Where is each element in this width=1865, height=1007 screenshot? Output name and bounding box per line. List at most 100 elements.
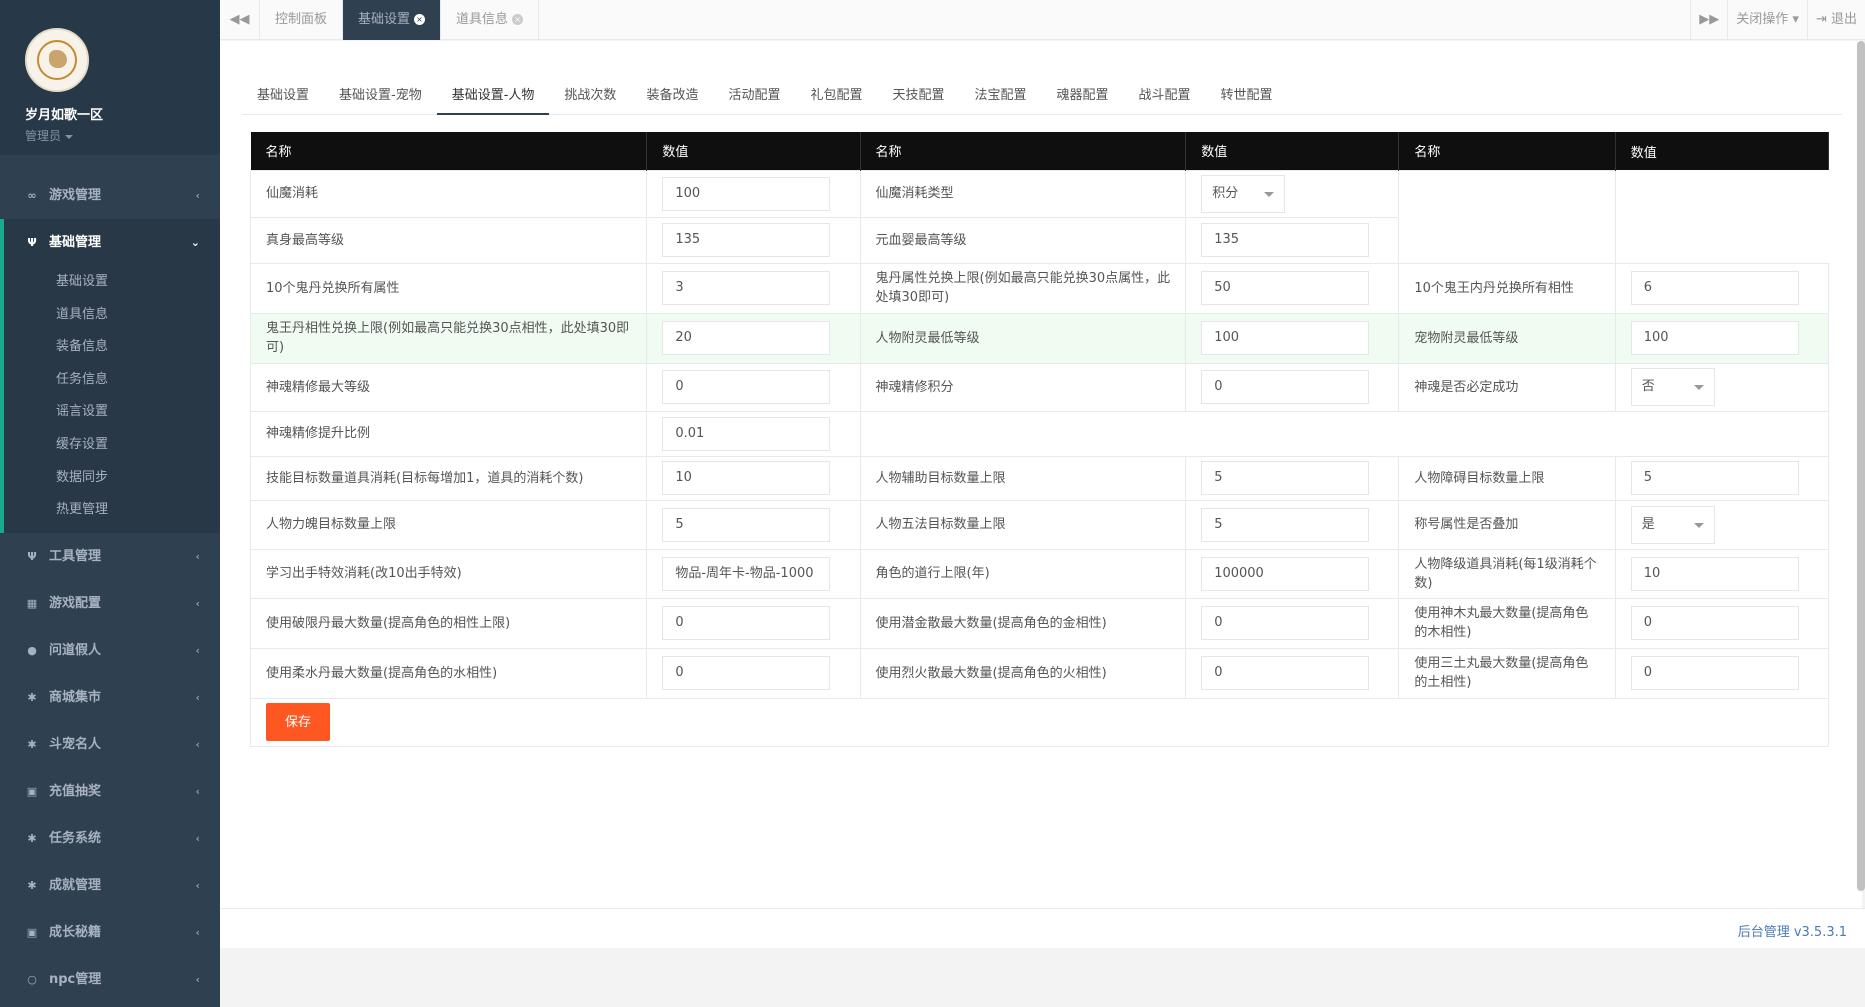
- logout-button[interactable]: ⇥ 退出: [1806, 0, 1865, 40]
- setting-input[interactable]: 5: [662, 507, 831, 542]
- table-header-row: 名称 数值 名称 数值 名称 数值: [250, 132, 1830, 170]
- settings-tab[interactable]: 礼包配置: [795, 81, 877, 115]
- setting-input[interactable]: 100: [1630, 321, 1799, 355]
- nav-label: 基础管理: [49, 235, 102, 250]
- sidebar-item-8[interactable]: ✱ 任务系统 ‹: [0, 815, 220, 862]
- config-table: 名称 数值 名称 数值 名称 数值 仙魔消耗 100 仙魔消耗类型 积分 真身最高等级 135 元血婴…: [249, 132, 1830, 747]
- sidebar-item-0[interactable]: ∞ 游戏管理 ‹: [0, 172, 220, 219]
- setting-name: 使用潜金散最大数量(提高角色的金相性): [859, 597, 1187, 649]
- setting-input[interactable]: 0.01: [662, 416, 831, 451]
- scroll-tabs-right-button[interactable]: ▶▶: [1690, 0, 1727, 40]
- setting-name: 10个鬼丹兑换所有属性: [249, 262, 648, 314]
- setting-value-cell: 10: [1614, 548, 1830, 599]
- setting-input[interactable]: 20: [662, 321, 831, 355]
- sidebar-item-11[interactable]: ○ npc管理 ‹: [0, 956, 220, 1003]
- sidebar-item-7[interactable]: ▣ 充值抽奖 ‹: [0, 768, 220, 815]
- settings-tab[interactable]: 法宝配置: [960, 81, 1042, 115]
- close-icon[interactable]: ×: [512, 14, 524, 25]
- footer: 后台管理 v3.5.3.1: [220, 908, 1865, 948]
- page-tab[interactable]: 基础设置 ×: [343, 0, 442, 40]
- settings-tab[interactable]: 基础设置: [242, 81, 324, 115]
- setting-input[interactable]: 100000: [1201, 556, 1370, 591]
- page-scrollbar[interactable]: [1857, 41, 1865, 891]
- setting-input[interactable]: 0: [1201, 370, 1370, 404]
- sidebar-subitem[interactable]: 谣言设置: [4, 396, 220, 429]
- setting-input[interactable]: 135: [1201, 223, 1370, 257]
- user-role-dropdown[interactable]: 管理员: [25, 127, 220, 144]
- sidebar-item-4[interactable]: ● 问道假人 ‹: [0, 627, 220, 674]
- setting-input[interactable]: 0: [1630, 656, 1799, 690]
- setting-input[interactable]: 0: [662, 606, 831, 640]
- col-header-name: 名称: [1398, 132, 1616, 170]
- nav-label: 游戏配置: [49, 595, 102, 611]
- setting-value-cell: 20: [646, 312, 861, 364]
- col-header-value: 数值: [1185, 132, 1400, 170]
- setting-input[interactable]: 135: [662, 223, 831, 257]
- setting-input[interactable]: 6: [1630, 271, 1799, 305]
- setting-input[interactable]: 5: [1201, 461, 1370, 495]
- settings-tab[interactable]: 转世配置: [1206, 81, 1288, 115]
- sidebar-item-6[interactable]: ✱ 斗宠名人 ‹: [0, 721, 220, 768]
- avatar[interactable]: [25, 28, 89, 92]
- setting-input[interactable]: 100: [1201, 321, 1370, 355]
- setting-input[interactable]: 10: [662, 461, 831, 495]
- settings-tab[interactable]: 基础设置-宠物: [324, 81, 437, 115]
- settings-tab[interactable]: 魂器配置: [1042, 81, 1124, 115]
- settings-tab[interactable]: 基础设置-人物: [436, 81, 550, 115]
- sidebar-item-5[interactable]: ✱ 商城集市 ‹: [0, 674, 220, 721]
- page-tab[interactable]: 控制面板: [260, 0, 344, 40]
- setting-input[interactable]: 10: [1630, 556, 1799, 591]
- sidebar-item-3[interactable]: ▦ 游戏配置 ‹: [0, 580, 220, 627]
- page-tab[interactable]: 道具信息 ×: [441, 0, 540, 40]
- sidebar-subitem[interactable]: 热更管理: [4, 494, 220, 527]
- setting-value-cell: 0: [1185, 647, 1400, 699]
- sidebar-subitem[interactable]: 装备信息: [4, 331, 220, 364]
- nav-icon: ●: [27, 643, 37, 657]
- setting-input[interactable]: 50: [1201, 271, 1370, 305]
- setting-input[interactable]: 0: [1630, 606, 1799, 640]
- setting-value-cell: 50: [1185, 262, 1400, 314]
- setting-value-cell: 0: [1614, 647, 1830, 699]
- setting-select[interactable]: 否: [1630, 368, 1715, 406]
- setting-input[interactable]: 0: [662, 370, 831, 404]
- sidebar-item-10[interactable]: ▣ 成长秘籍 ‹: [0, 909, 220, 956]
- nav-label: 商城集市: [49, 689, 102, 705]
- scroll-tabs-left-button[interactable]: ◀◀: [220, 0, 260, 40]
- setting-input[interactable]: 0: [1201, 606, 1370, 640]
- sidebar-subitem[interactable]: 道具信息: [4, 299, 220, 332]
- setting-select-value: 否: [1641, 379, 1655, 394]
- setting-select[interactable]: 积分: [1201, 174, 1286, 213]
- nav-icon: ✱: [27, 737, 37, 751]
- settings-tab[interactable]: 装备改造: [631, 81, 713, 115]
- close-ops-dropdown[interactable]: 关闭操作 ▾: [1727, 0, 1807, 40]
- save-button[interactable]: 保存: [266, 703, 330, 741]
- settings-tab[interactable]: 战斗配置: [1124, 81, 1206, 115]
- setting-name: 10个鬼王内丹兑换所有相性: [1398, 262, 1616, 314]
- sidebar-item-9[interactable]: ✱ 成就管理 ‹: [0, 862, 220, 909]
- settings-tab[interactable]: 活动配置: [713, 81, 795, 115]
- setting-input[interactable]: 0: [1201, 656, 1370, 690]
- sidebar-subitem[interactable]: 数据同步: [4, 462, 220, 495]
- setting-input[interactable]: 100: [662, 176, 831, 211]
- setting-input[interactable]: 0: [662, 656, 831, 690]
- settings-tab[interactable]: 挑战次数: [549, 81, 631, 115]
- sidebar-subitem[interactable]: 基础设置: [4, 266, 220, 299]
- setting-input[interactable]: 物品-周年卡-物品-1000: [662, 556, 831, 591]
- setting-value-cell: 物品-周年卡-物品-1000: [646, 548, 861, 599]
- setting-value-cell: 0.01: [646, 410, 861, 457]
- setting-name: 使用柔水丹最大数量(提高角色的水相性): [249, 647, 648, 699]
- setting-value-cell: 5: [1614, 455, 1830, 501]
- settings-tab[interactable]: 天技配置: [877, 81, 959, 115]
- close-icon[interactable]: ×: [414, 14, 426, 25]
- sidebar-item-2[interactable]: Ψ 工具管理 ‹: [0, 533, 220, 580]
- sidebar-subitem[interactable]: 任务信息: [4, 364, 220, 397]
- setting-select[interactable]: 是: [1630, 505, 1715, 544]
- setting-input[interactable]: 5: [1201, 507, 1370, 542]
- sidebar-subitem[interactable]: 缓存设置: [4, 429, 220, 462]
- setting-input[interactable]: 5: [1630, 461, 1799, 495]
- sidebar-item-basic-mgmt[interactable]: Ψ 基础管理 ⌄: [4, 219, 220, 266]
- setting-value-cell: 100000: [1185, 548, 1400, 599]
- setting-input[interactable]: 3: [662, 271, 831, 305]
- table-row: 仙魔消耗 100 仙魔消耗类型 积分: [249, 169, 1829, 264]
- setting-value-cell: 135: [646, 216, 861, 264]
